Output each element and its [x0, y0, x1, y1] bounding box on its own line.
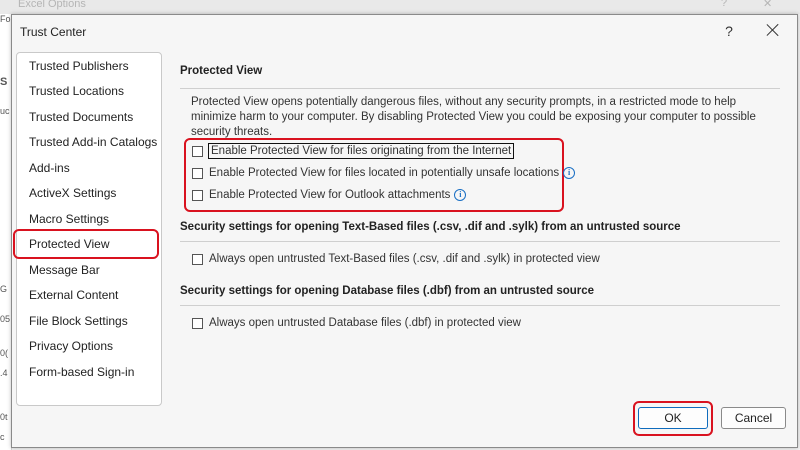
- sidebar-item-form-based-sign-in[interactable]: Form-based Sign-in: [29, 365, 134, 379]
- dialog-title: Trust Center: [20, 25, 87, 39]
- sidebar-item-message-bar[interactable]: Message Bar: [29, 263, 100, 277]
- sidebar-item-trusted-locations[interactable]: Trusted Locations: [29, 84, 124, 98]
- text-based-heading: Security settings for opening Text-Based…: [180, 221, 681, 233]
- sidebar-item-privacy-options[interactable]: Privacy Options: [29, 339, 113, 353]
- sheet-fragment: c: [0, 432, 5, 442]
- sheet-fragment: .4: [0, 368, 8, 378]
- outlook-attachments-label[interactable]: Enable Protected View for Outlook attach…: [209, 189, 450, 201]
- option-text-based[interactable]: Always open untrusted Text-Based files (…: [192, 250, 600, 268]
- option-database[interactable]: Always open untrusted Database files (.d…: [192, 314, 521, 332]
- text-based-checkbox[interactable]: [192, 253, 203, 265]
- ok-button[interactable]: OK: [638, 407, 708, 429]
- sheet-fragment: uc: [0, 106, 10, 116]
- background-close-icon: ✕: [763, 0, 773, 10]
- info-icon[interactable]: i: [454, 189, 467, 201]
- protected-view-heading: Protected View: [180, 65, 263, 77]
- unsafe-locations-label[interactable]: Enable Protected View for files located …: [209, 167, 559, 179]
- background-help-icon: ?: [721, 0, 728, 9]
- sidebar-item-external-content[interactable]: External Content: [29, 288, 118, 302]
- unsafe-locations-checkbox[interactable]: [192, 167, 203, 179]
- sidebar-item-trusted-add-in-catalogs[interactable]: Trusted Add-in Catalogs: [29, 135, 157, 149]
- sheet-fragment: 0t: [0, 412, 8, 422]
- option-internet-files[interactable]: Enable Protected View for files originat…: [192, 142, 515, 160]
- cancel-button[interactable]: Cancel: [721, 407, 786, 429]
- trust-center-dialog: Trust Center ? Trusted Publishers Truste…: [11, 14, 798, 448]
- sidebar-item-activex-settings[interactable]: ActiveX Settings: [29, 186, 116, 200]
- option-unsafe-locations[interactable]: Enable Protected View for files located …: [192, 164, 576, 182]
- database-checkbox[interactable]: [192, 317, 203, 329]
- section-divider: [180, 305, 780, 306]
- database-label[interactable]: Always open untrusted Database files (.d…: [209, 317, 521, 329]
- sheet-fragment: Fo: [0, 14, 11, 24]
- close-icon[interactable]: [764, 21, 782, 39]
- internet-files-checkbox[interactable]: [192, 145, 203, 157]
- sheet-fragment: G: [0, 284, 8, 294]
- text-based-label[interactable]: Always open untrusted Text-Based files (…: [209, 253, 600, 265]
- protected-view-highlight: [13, 229, 159, 259]
- background-title-bar: Excel Options ? ✕: [0, 0, 800, 14]
- outlook-attachments-checkbox[interactable]: [192, 189, 203, 201]
- sidebar-item-trusted-publishers[interactable]: Trusted Publishers: [29, 59, 129, 73]
- background-window-title: Excel Options: [18, 0, 86, 10]
- info-icon[interactable]: i: [563, 167, 576, 179]
- sidebar-item-file-block-settings[interactable]: File Block Settings: [29, 314, 128, 328]
- sheet-fragment: S: [0, 76, 8, 88]
- sidebar-item-add-ins[interactable]: Add-ins: [29, 161, 70, 175]
- internet-files-label[interactable]: Enable Protected View for files originat…: [207, 143, 515, 159]
- help-icon[interactable]: ?: [722, 23, 736, 39]
- sheet-fragment: 05: [0, 314, 11, 324]
- section-divider: [180, 88, 780, 89]
- sidebar-item-macro-settings[interactable]: Macro Settings: [29, 212, 109, 226]
- option-outlook-attachments[interactable]: Enable Protected View for Outlook attach…: [192, 186, 467, 204]
- protected-view-description: Protected View opens potentially dangero…: [191, 96, 756, 138]
- database-heading: Security settings for opening Database f…: [180, 285, 595, 297]
- section-divider: [180, 241, 780, 242]
- sidebar-item-trusted-documents[interactable]: Trusted Documents: [29, 110, 133, 124]
- sheet-fragment: 0(: [0, 348, 9, 358]
